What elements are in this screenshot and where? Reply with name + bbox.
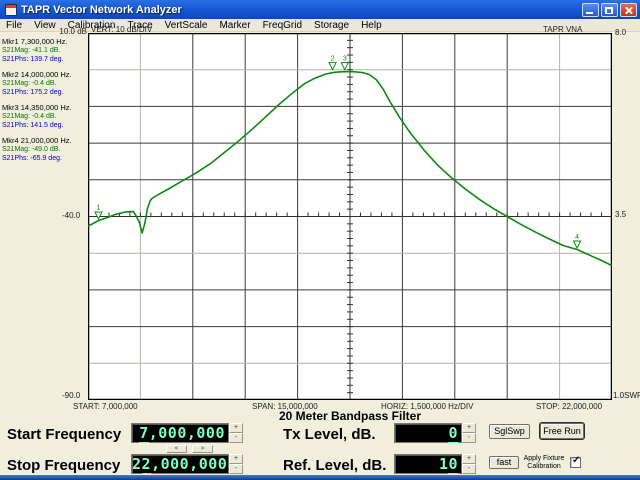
ref-level-label: Ref. Level, dB. <box>283 457 386 474</box>
nudge-right-button[interactable]: > <box>192 445 213 453</box>
apply-fixture-calibration-checkbox[interactable]: ✓ <box>570 457 581 468</box>
menu-file[interactable]: File <box>0 19 28 32</box>
menu-marker[interactable]: Marker <box>213 19 256 32</box>
marker4-mag: S21Mag: -49.0 dB. <box>2 145 88 154</box>
menu-freqgrid[interactable]: FreqGrid <box>257 19 308 32</box>
minimize-icon <box>586 12 593 14</box>
start-freq-up-button[interactable]: + <box>229 423 243 433</box>
marker2-mag: S21Mag: -0.4 dB. <box>2 79 88 88</box>
single-sweep-button[interactable]: SglSwp <box>489 424 530 439</box>
marker1-phs: S21Phs: 139.7 deg. <box>2 55 88 64</box>
marker3-mag: S21Mag: -0.4 dB. <box>2 112 88 121</box>
maximize-button[interactable] <box>601 3 618 17</box>
marker2-phs: S21Phs: 175.2 deg. <box>2 88 88 97</box>
tx-level-down-button[interactable]: - <box>462 433 476 443</box>
menu-storage[interactable]: Storage <box>308 19 355 32</box>
start-frequency-label: Start Frequency <box>7 426 121 443</box>
marker1-mag: S21Mag: -41.1 dB. <box>2 46 88 55</box>
marker3-freq: Mkr3 14,350,000 Hz. <box>2 103 88 112</box>
marker2-number: 2 <box>331 56 335 63</box>
marker1-readout: Mkr1 7,300,000 Hz. S21Mag: -41.1 dB. S21… <box>2 37 88 64</box>
right-axis-mid-label: 3.5 <box>615 210 626 219</box>
marker3-number: 3 <box>343 56 347 63</box>
apply-fixture-calibration-label: Apply Fixture Calibration <box>520 455 568 470</box>
marker4-number: 4 <box>575 234 579 241</box>
marker2-readout: Mkr2 14,000,000 Hz. S21Mag: -0.4 dB. S21… <box>2 70 88 97</box>
marker4-freq: Mkr4 21,000,000 Hz. <box>2 136 88 145</box>
right-axis-top-label: 8.0 <box>615 28 626 37</box>
marker4-readout: Mkr4 21,000,000 Hz. S21Mag: -49.0 dB. S2… <box>2 136 88 163</box>
right-axis-bottom-label: 1.0SWR <box>613 391 640 400</box>
marker1-freq: Mkr1 7,300,000 Hz. <box>2 37 88 46</box>
plot-area: 1 2 3 4 <box>88 33 612 405</box>
title-bar: TAPR Vector Network Analyzer <box>0 0 640 19</box>
fast-button[interactable]: fast <box>489 456 519 469</box>
checkmark-icon: ✓ <box>572 455 580 466</box>
s21-plot: 1 2 3 4 <box>88 33 612 400</box>
tx-level-label: Tx Level, dB. <box>283 426 376 443</box>
stop-freq-down-button[interactable]: - <box>229 464 243 474</box>
left-axis-bottom-label: -90.0 <box>62 391 80 400</box>
marker1-number: 1 <box>97 205 101 212</box>
ref-level-field[interactable]: 10 <box>394 454 462 474</box>
tx-level-field[interactable]: 0 <box>394 423 462 443</box>
menu-help[interactable]: Help <box>355 19 388 32</box>
left-axis-top-label: 10.0 dB <box>54 27 87 36</box>
marker2-freq: Mkr2 14,000,000 Hz. <box>2 70 88 79</box>
start-frequency-stepper: + - <box>229 423 243 443</box>
start-frequency-field[interactable]: 7,000,000 <box>131 423 229 443</box>
marker4-phs: S21Phs: -65.9 deg. <box>2 154 88 163</box>
stop-freq-up-button[interactable]: + <box>229 454 243 464</box>
minimize-button[interactable] <box>582 3 599 17</box>
left-axis-mid-label: -40.0 <box>62 211 80 220</box>
marker3-readout: Mkr3 14,350,000 Hz. S21Mag: -0.4 dB. S21… <box>2 103 88 130</box>
tx-level-stepper: + - <box>462 423 476 443</box>
tx-level-up-button[interactable]: + <box>462 423 476 433</box>
stop-frequency-stepper: + - <box>229 454 243 474</box>
chart-title: 20 Meter Bandpass Filter <box>88 409 612 423</box>
close-button[interactable] <box>620 3 637 17</box>
stop-frequency-field[interactable]: 22,000,000 <box>131 454 229 474</box>
window-bottom-border <box>0 475 640 480</box>
ref-level-stepper: + - <box>462 454 476 474</box>
free-run-button[interactable]: Free Run <box>540 423 584 439</box>
ref-level-up-button[interactable]: + <box>462 454 476 464</box>
window-title: TAPR Vector Network Analyzer <box>21 4 582 16</box>
stop-frequency-label: Stop Frequency <box>7 457 120 474</box>
nudge-left-button[interactable]: < <box>166 445 187 453</box>
ref-level-down-button[interactable]: - <box>462 464 476 474</box>
app-icon <box>5 4 17 16</box>
app-window: TAPR Vector Network Analyzer File View C… <box>0 0 640 480</box>
start-freq-down-button[interactable]: - <box>229 433 243 443</box>
menu-vertscale[interactable]: VertScale <box>159 19 214 32</box>
marker3-phs: S21Phs: 141.5 deg. <box>2 121 88 130</box>
maximize-icon <box>605 7 613 14</box>
